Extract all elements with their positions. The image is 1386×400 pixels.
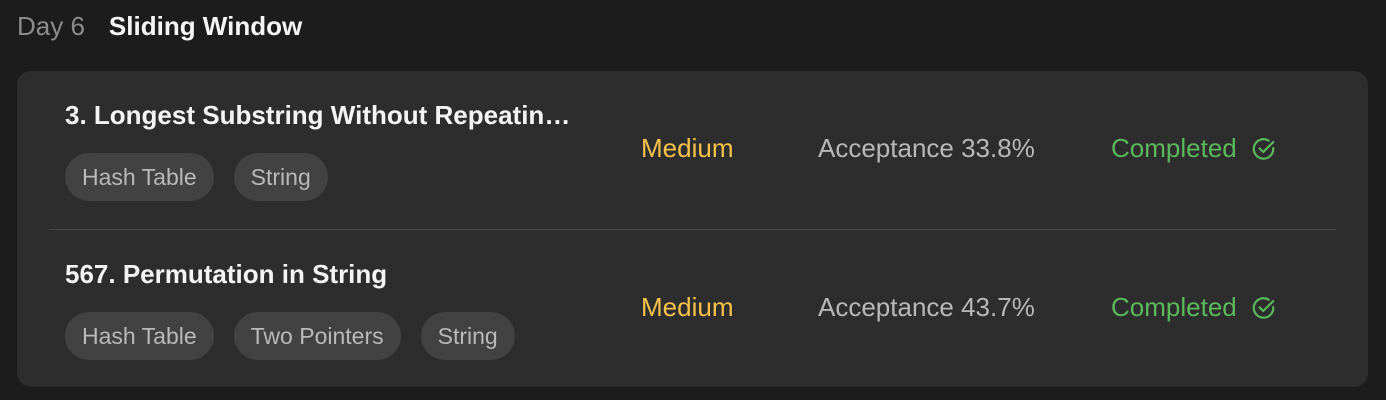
tag-two-pointers[interactable]: Two Pointers — [233, 312, 401, 360]
check-circle-icon — [1252, 296, 1275, 319]
difficulty-label: Medium — [641, 292, 734, 322]
check-circle-icon — [1252, 137, 1275, 160]
status-completed: Completed — [1111, 133, 1277, 164]
tag-hash-table[interactable]: Hash Table — [65, 312, 214, 360]
problem-title[interactable]: 567. Permutation in String — [65, 259, 575, 290]
tag-list: Hash Table String — [65, 153, 328, 201]
difficulty-label: Medium — [641, 133, 734, 163]
section-header: Day 6 Sliding Window — [17, 8, 302, 44]
tag-string[interactable]: String — [420, 312, 515, 360]
status-label: Completed — [1111, 133, 1237, 163]
problem-row[interactable]: 3. Longest Substring Without Repeating C… — [17, 71, 1368, 229]
section-title: Sliding Window — [108, 10, 303, 41]
acceptance-rate: Acceptance 43.7% — [818, 292, 1035, 322]
acceptance-rate: Acceptance 33.8% — [818, 133, 1035, 163]
tag-list: Hash Table Two Pointers String — [65, 312, 515, 360]
status-completed: Completed — [1111, 292, 1277, 323]
problem-title[interactable]: 3. Longest Substring Without Repeating C… — [65, 100, 575, 131]
problem-list-card: 3. Longest Substring Without Repeating C… — [17, 71, 1368, 387]
problem-row[interactable]: 567. Permutation in String Hash Table Tw… — [17, 230, 1368, 388]
tag-string[interactable]: String — [233, 153, 328, 201]
status-label: Completed — [1111, 292, 1237, 322]
day-label: Day 6 — [17, 10, 85, 41]
tag-hash-table[interactable]: Hash Table — [65, 153, 214, 201]
